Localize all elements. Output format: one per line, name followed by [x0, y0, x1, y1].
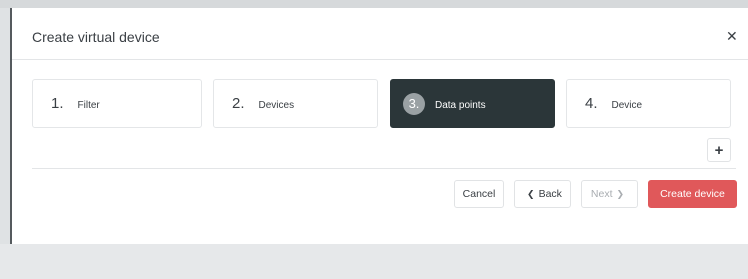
- step-device[interactable]: 4. Device: [566, 79, 731, 128]
- step-number: 1.: [51, 95, 64, 112]
- dialog-header: Create virtual device ✕: [12, 8, 748, 60]
- dialog-title: Create virtual device: [32, 29, 160, 45]
- plus-icon: +: [714, 141, 724, 159]
- back-button[interactable]: ❮ Back: [514, 180, 571, 208]
- close-icon[interactable]: ✕: [726, 28, 738, 45]
- step-label: Filter: [77, 99, 100, 111]
- step-devices[interactable]: 2. Devices: [213, 79, 378, 128]
- page-background-area: [0, 244, 748, 279]
- next-label: Next: [590, 188, 613, 200]
- create-virtual-device-dialog: Create virtual device ✕ 1. Filter 2. Dev…: [10, 8, 748, 244]
- chevron-right-icon: ❯: [616, 188, 625, 199]
- chevron-left-icon: ❮: [527, 188, 535, 199]
- add-button[interactable]: +: [707, 138, 731, 162]
- window-top-strip: [0, 0, 748, 8]
- step-label: Devices: [258, 99, 295, 111]
- back-label: Back: [538, 188, 562, 200]
- step-number: 2.: [232, 95, 245, 112]
- step-data-points[interactable]: 3. Data points: [390, 79, 555, 128]
- cancel-label: Cancel: [462, 188, 496, 200]
- footer-divider: [32, 168, 736, 169]
- next-button[interactable]: Next ❯: [581, 180, 638, 208]
- cancel-button[interactable]: Cancel: [454, 180, 504, 208]
- step-number: 3.: [403, 92, 425, 115]
- create-device-label: Create device: [660, 188, 725, 200]
- create-device-button[interactable]: Create device: [648, 180, 737, 208]
- step-filter[interactable]: 1. Filter: [32, 79, 202, 128]
- step-number: 4.: [585, 95, 598, 112]
- step-label: Data points: [435, 99, 486, 111]
- step-label: Device: [611, 99, 643, 111]
